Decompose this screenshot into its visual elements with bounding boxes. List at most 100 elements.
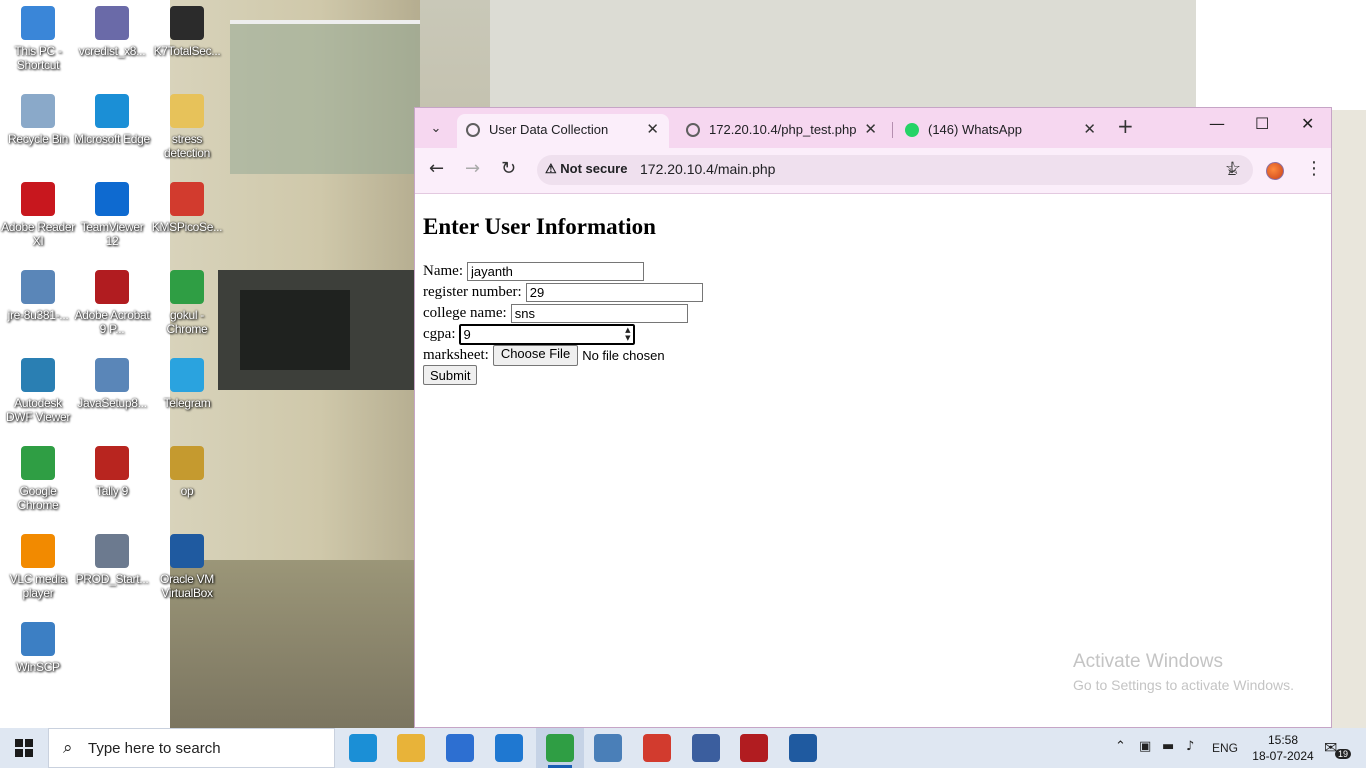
desktop-icon[interactable]: VLC media player <box>0 528 76 600</box>
minimize-icon[interactable]: — <box>1209 114 1225 133</box>
this-pc-icon <box>21 6 55 40</box>
more-menu-icon[interactable]: ⋮ <box>1305 158 1323 179</box>
desktop-icon[interactable]: Adobe Acrobat 9 P... <box>74 264 150 336</box>
acrobat-icon[interactable] <box>740 734 768 762</box>
desktop-icon[interactable]: vcredist_x8... <box>74 0 150 58</box>
register-number-input[interactable] <box>525 283 703 303</box>
forward-arrow-icon[interactable]: → <box>465 158 480 179</box>
app-red-icon[interactable] <box>643 734 671 762</box>
search-icon: ⌕ <box>63 738 73 758</box>
desktop-icon[interactable]: jre-8u381-... <box>0 264 76 322</box>
reload-icon[interactable]: ↻ <box>501 158 516 179</box>
desktop-icon[interactable]: op <box>149 440 225 498</box>
desktop-icon[interactable]: Microsoft Edge <box>74 88 150 146</box>
file-status-text: No file chosen <box>582 348 665 364</box>
virtualbox-icon <box>170 534 204 568</box>
desktop-icon[interactable]: Recycle Bin <box>0 88 76 146</box>
desktop-icon[interactable]: gokul - Chrome <box>149 264 225 336</box>
desktop-icon-label: WinSCP <box>16 660 60 674</box>
file-explorer-icon[interactable] <box>397 734 425 762</box>
language-indicator[interactable]: ENG <box>1212 741 1238 755</box>
winscp-icon <box>21 622 55 656</box>
telegram-icon <box>170 358 204 392</box>
desktop-icon-label: Microsoft Edge <box>74 132 150 146</box>
college-name-input[interactable] <box>510 304 688 324</box>
desktop-icon[interactable]: Autodesk DWF Viewer <box>0 352 76 424</box>
choose-file-button[interactable]: Choose File <box>492 345 579 367</box>
desktop-icon[interactable]: Oracle VM VirtualBox <box>149 528 225 600</box>
virtualbox-icon[interactable] <box>789 734 817 762</box>
security-chip[interactable]: ⚠ Not secure <box>545 161 627 177</box>
name-row: Name: <box>423 261 644 282</box>
security-chip-label: Not secure <box>560 161 628 176</box>
desktop-icon-label: VLC media player <box>9 572 67 600</box>
cgpa-row: cgpa: 9 ▲ ▼ <box>423 323 637 347</box>
battery-icon[interactable]: ▬ <box>1162 739 1174 754</box>
wallpaper-right-panel <box>1196 0 1366 110</box>
globe-icon <box>686 123 700 137</box>
chrome-icon[interactable] <box>546 734 574 762</box>
name-label: Name: <box>423 263 463 280</box>
desktop-icon[interactable]: Tally 9 <box>74 440 150 498</box>
desktop-icon[interactable]: stress detection <box>149 88 225 160</box>
chevron-up-icon[interactable]: ⌃ <box>1115 739 1126 754</box>
tab-user-data-collection[interactable]: User Data Collection ✕ <box>457 114 669 148</box>
desktop-icon-label: Tally 9 <box>96 484 128 498</box>
desktop-icon[interactable]: TeamViewer 12 <box>74 176 150 248</box>
desktop-icon[interactable]: K7TotalSec... <box>149 0 225 58</box>
start-button[interactable] <box>0 728 48 768</box>
tally-icon <box>95 446 129 480</box>
volume-icon[interactable]: ♪ <box>1186 739 1194 754</box>
warning-icon: ⚠ <box>545 161 557 176</box>
tab-search-button[interactable]: ⌄ <box>423 115 449 141</box>
desktop-icon[interactable]: KMSPicoSe... <box>149 176 225 234</box>
edge-icon[interactable] <box>349 734 377 762</box>
windows-logo-icon <box>15 739 33 757</box>
register-row: register number: <box>423 282 703 303</box>
back-arrow-icon[interactable]: ← <box>429 158 444 179</box>
laptop-icon[interactable] <box>594 734 622 762</box>
tab-whatsapp[interactable]: (146) WhatsApp ✕ <box>896 114 1106 148</box>
edge-icon <box>95 94 129 128</box>
spinner-arrows-icon[interactable]: ▲ ▼ <box>625 326 630 342</box>
college-label: college name: <box>423 305 507 322</box>
desktop-icon-label: gokul - Chrome <box>166 308 208 336</box>
desktop-icon-label: vcredist_x8... <box>78 44 146 58</box>
url-text[interactable]: 172.20.10.4/main.php <box>640 161 775 177</box>
taskbar-search-box[interactable]: ⌕ Type here to search <box>48 728 335 768</box>
store-icon[interactable] <box>446 734 474 762</box>
close-tab-icon[interactable]: ✕ <box>864 120 877 138</box>
desktop-icon[interactable]: JavaSetup8... <box>74 352 150 410</box>
profile-avatar[interactable] <box>1266 162 1284 180</box>
address-bar[interactable]: ⚠ Not secure 172.20.10.4/main.php ☆ <box>537 155 1253 185</box>
clock[interactable]: 15:58 18-07-2024 <box>1250 732 1316 764</box>
new-tab-icon[interactable]: + <box>1117 114 1134 138</box>
desktop-icon[interactable]: Adobe Reader XI <box>0 176 76 248</box>
close-window-icon[interactable]: ✕ <box>1301 114 1314 133</box>
window-file-icon <box>95 534 129 568</box>
maximize-icon[interactable]: ☐ <box>1255 114 1269 133</box>
desktop-icon[interactable]: Google Chrome <box>0 440 76 512</box>
cgpa-label: cgpa: <box>423 326 456 343</box>
desktop-icon-label: Adobe Acrobat 9 P... <box>74 308 150 336</box>
name-input[interactable] <box>466 262 644 282</box>
globe-icon <box>466 123 480 137</box>
marksheet-row: marksheet: Choose File No file chosen <box>423 345 665 367</box>
desktop-icon-label: Autodesk DWF Viewer <box>5 396 71 424</box>
desktop-icon[interactable]: This PC - Shortcut <box>0 0 76 72</box>
submit-button[interactable]: Submit <box>423 365 478 385</box>
tab-php-test[interactable]: 172.20.10.4/php_test.php ✕ <box>677 114 887 148</box>
desktop-icon-label: JavaSetup8... <box>77 396 147 410</box>
mail-icon[interactable] <box>495 734 523 762</box>
close-tab-icon[interactable]: ✕ <box>1083 120 1096 138</box>
desktop-icon[interactable]: PROD_Start... <box>74 528 150 586</box>
image-file-icon <box>170 446 204 480</box>
desktop-icon[interactable]: Telegram <box>149 352 225 410</box>
download-icon[interactable]: ⤓ <box>1228 158 1236 179</box>
network-tool-icon[interactable] <box>692 734 720 762</box>
page-content: Enter User Information Name: register nu… <box>415 194 1331 727</box>
close-tab-icon[interactable]: ✕ <box>646 120 659 138</box>
desktop-icon[interactable]: WinSCP <box>0 616 76 674</box>
meet-now-icon[interactable]: ▣ <box>1139 739 1151 754</box>
cgpa-number-input[interactable]: 9 ▲ ▼ <box>458 323 637 347</box>
